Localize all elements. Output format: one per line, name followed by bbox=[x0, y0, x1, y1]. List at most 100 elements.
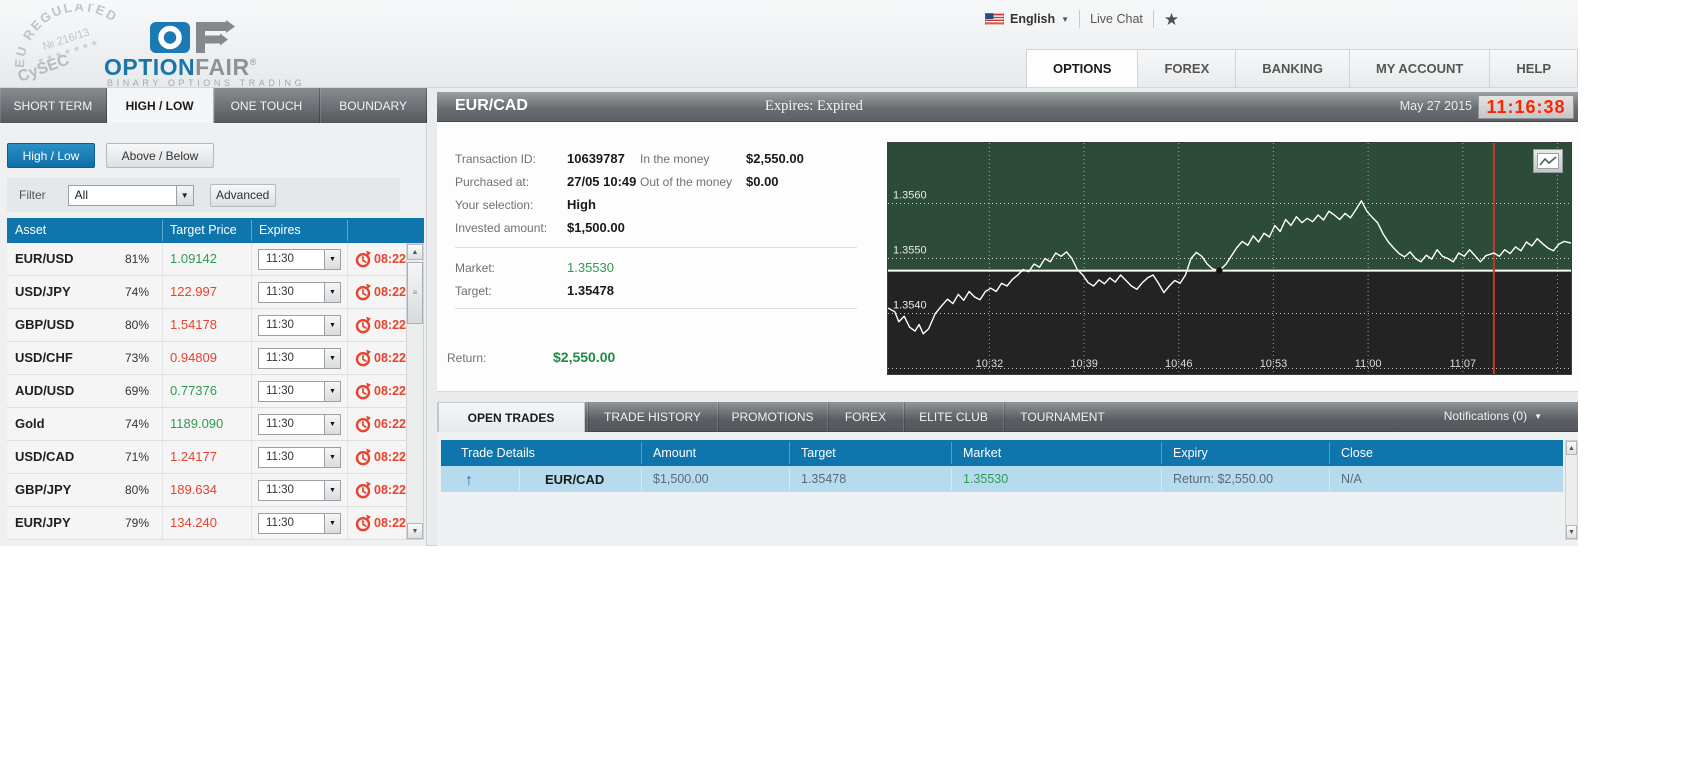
payout-percent: 79% bbox=[125, 516, 149, 530]
scroll-up-button[interactable]: ▲ bbox=[1566, 441, 1577, 455]
expiry-select[interactable]: 11:30▼ bbox=[258, 282, 341, 303]
expiry-select[interactable]: 11:30▼ bbox=[258, 315, 341, 336]
nav-tab-banking[interactable]: BANKING bbox=[1235, 49, 1350, 87]
chevron-down-icon[interactable]: ▼ bbox=[324, 316, 340, 335]
nav-tab-my-account[interactable]: MY ACCOUNT bbox=[1349, 49, 1490, 87]
brand-tagline: BINARY OPTIONS TRADING bbox=[107, 78, 305, 88]
chevron-down-icon[interactable]: ▼ bbox=[324, 448, 340, 467]
above-below-mode-button[interactable]: Above / Below bbox=[106, 143, 214, 168]
expiry-select[interactable]: 11:30▼ bbox=[258, 348, 341, 369]
chevron-down-icon[interactable]: ▼ bbox=[324, 349, 340, 368]
market-label: Market: bbox=[455, 261, 495, 275]
chart-type-button[interactable] bbox=[1533, 149, 1563, 173]
trade-close: N/A bbox=[1341, 472, 1362, 486]
chevron-down-icon[interactable]: ▼ bbox=[324, 283, 340, 302]
asset-row[interactable]: Gold74%1189.09011:30▼06:22 bbox=[7, 408, 406, 441]
tab-one-touch[interactable]: ONE TOUCH bbox=[214, 88, 321, 123]
countdown-time: 08:22 bbox=[374, 483, 406, 497]
price-chart-svg: 1.35601.35501.354010:3210:3910:4610:5311… bbox=[888, 143, 1571, 374]
chevron-down-icon[interactable]: ▼ bbox=[324, 415, 340, 434]
asset-row[interactable]: USD/JPY74%122.99711:30▼08:22 bbox=[7, 276, 406, 309]
countdown-clock-icon bbox=[354, 316, 372, 334]
chevron-down-icon[interactable]: ▼ bbox=[324, 382, 340, 401]
expiry-select[interactable]: 11:30▼ bbox=[258, 249, 341, 270]
tab-high-low[interactable]: HIGH / LOW bbox=[107, 88, 214, 123]
expiry-select[interactable]: 11:30▼ bbox=[258, 414, 341, 435]
open-trade-row[interactable]: ↑ EUR/CAD $1,500.00 1.35478 1.35530 Retu… bbox=[441, 466, 1563, 492]
expiry-select[interactable]: 11:30▼ bbox=[258, 381, 341, 402]
payout-percent: 80% bbox=[125, 318, 149, 332]
favorite-star-icon[interactable]: ★ bbox=[1164, 11, 1179, 28]
payout-percent: 71% bbox=[125, 450, 149, 464]
svg-text:10:39: 10:39 bbox=[1070, 358, 1098, 370]
chevron-down-icon[interactable]: ▼ bbox=[324, 250, 340, 269]
asset-row[interactable]: GBP/JPY80%189.63411:30▼08:22 bbox=[7, 474, 406, 507]
assets-table: Asset Target Price Expires EUR/USD81%1.0… bbox=[7, 218, 424, 540]
asset-name: USD/CAD bbox=[15, 449, 74, 464]
countdown-clock-icon bbox=[354, 283, 372, 301]
live-chat-link[interactable]: Live Chat bbox=[1090, 12, 1143, 26]
in-money-value: $2,550.00 bbox=[746, 151, 804, 166]
tab-elite-club[interactable]: ELITE CLUB bbox=[903, 402, 1003, 432]
nav-tab-forex[interactable]: FOREX bbox=[1137, 49, 1236, 87]
purchased-at-value: 27/05 10:49 bbox=[567, 174, 636, 189]
filter-select[interactable]: All ▼ bbox=[68, 185, 194, 206]
open-trades-section: Trade Details Amount Target Market Expir… bbox=[437, 432, 1578, 546]
out-money-value: $0.00 bbox=[746, 174, 779, 189]
target-value: 1.35478 bbox=[567, 283, 614, 298]
high-low-mode-button[interactable]: High / Low bbox=[7, 143, 95, 168]
asset-row[interactable]: GBP/USD80%1.5417811:30▼08:22 bbox=[7, 309, 406, 342]
filter-label: Filter bbox=[19, 188, 46, 202]
asset-row[interactable]: EUR/JPY79%134.24011:30▼08:22 bbox=[7, 507, 406, 540]
asset-name: EUR/USD bbox=[15, 251, 74, 266]
nav-tab-help[interactable]: HELP bbox=[1489, 49, 1578, 87]
tab-trade-history[interactable]: TRADE HISTORY bbox=[587, 402, 717, 432]
countdown-clock-icon bbox=[354, 250, 372, 268]
scroll-up-button[interactable]: ▲ bbox=[407, 244, 423, 260]
expiry-select[interactable]: 11:30▼ bbox=[258, 447, 341, 468]
price-chart: 1.35601.35501.354010:3210:3910:4610:5311… bbox=[887, 142, 1572, 375]
countdown-time: 08:22 bbox=[374, 384, 406, 398]
tab-open-trades[interactable]: OPEN TRADES bbox=[437, 402, 585, 432]
target-price: 0.94809 bbox=[170, 350, 217, 365]
instrument-title: EUR/CAD bbox=[455, 97, 528, 115]
chevron-down-icon[interactable]: ▼ bbox=[176, 186, 193, 205]
scroll-down-button[interactable]: ▼ bbox=[1566, 525, 1577, 539]
chevron-down-icon[interactable]: ▼ bbox=[324, 514, 340, 533]
filter-bar: Filter All ▼ Advanced bbox=[7, 178, 400, 212]
target-price: 1189.090 bbox=[170, 416, 223, 431]
target-price: 0.77376 bbox=[170, 383, 217, 398]
nav-tab-options[interactable]: OPTIONS bbox=[1026, 49, 1139, 87]
chevron-down-icon: ▼ bbox=[1534, 412, 1542, 421]
tab-tournament[interactable]: TOURNAMENT bbox=[1003, 402, 1121, 432]
chevron-down-icon: ▼ bbox=[1061, 15, 1069, 24]
expiry-select[interactable]: 11:30▼ bbox=[258, 480, 341, 501]
svg-text:1.3560: 1.3560 bbox=[893, 190, 927, 202]
tab-short-term[interactable]: SHORT TERM bbox=[0, 88, 107, 123]
brand-wordmark: OPTIONFAIR® bbox=[104, 54, 257, 81]
svg-text:1.3550: 1.3550 bbox=[893, 245, 927, 257]
scroll-down-button[interactable]: ▼ bbox=[407, 523, 423, 539]
countdown-time: 08:22 bbox=[374, 516, 406, 530]
asset-row[interactable]: USD/CHF73%0.9480911:30▼08:22 bbox=[7, 342, 406, 375]
open-trades-scrollbar[interactable]: ▲ ▼ bbox=[1565, 440, 1578, 540]
tab-boundary[interactable]: BOUNDARY bbox=[320, 88, 427, 123]
expiry-select[interactable]: 11:30▼ bbox=[258, 513, 341, 534]
us-flag-icon bbox=[985, 13, 1004, 25]
notifications-toggle[interactable]: Notifications (0) ▼ bbox=[1444, 409, 1542, 423]
scroll-thumb[interactable]: ≡ bbox=[407, 262, 423, 324]
countdown-clock-icon bbox=[354, 349, 372, 367]
asset-name: Gold bbox=[15, 416, 45, 431]
asset-row[interactable]: AUD/USD69%0.7737611:30▼08:22 bbox=[7, 375, 406, 408]
chevron-down-icon[interactable]: ▼ bbox=[324, 481, 340, 500]
assets-scrollbar[interactable]: ▲ ≡ ▼ bbox=[406, 243, 424, 540]
asset-row[interactable]: USD/CAD71%1.2417711:30▼08:22 bbox=[7, 441, 406, 474]
market-value: 1.35530 bbox=[567, 260, 614, 275]
of-logo-icon bbox=[150, 20, 236, 56]
tab-forex[interactable]: FOREX bbox=[827, 402, 903, 432]
payout-percent: 74% bbox=[125, 285, 149, 299]
advanced-button[interactable]: Advanced bbox=[210, 184, 276, 207]
language-selector[interactable]: English ▼ bbox=[985, 12, 1069, 26]
asset-row[interactable]: EUR/USD81%1.0914211:30▼08:22 bbox=[7, 243, 406, 276]
tab-promotions[interactable]: PROMOTIONS bbox=[717, 402, 827, 432]
